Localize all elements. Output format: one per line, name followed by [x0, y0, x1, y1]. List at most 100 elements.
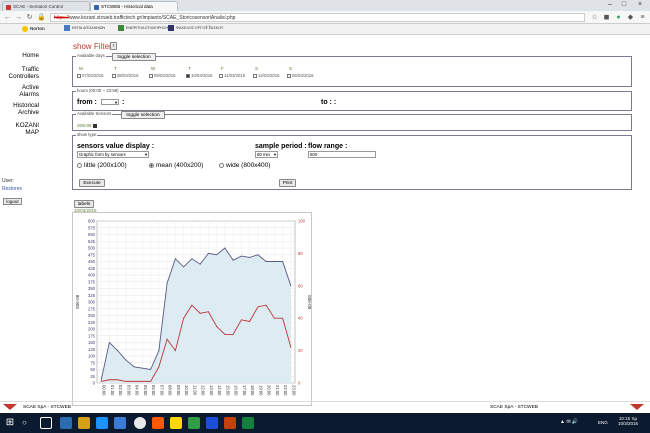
close-icon[interactable]: ×	[634, 1, 646, 9]
size-mean-radio[interactable]: mean (400x200)	[149, 162, 203, 169]
toggle-selection-button[interactable]: toggle selection	[112, 53, 156, 61]
chrome-icon[interactable]	[134, 417, 146, 429]
site-favicon-icon	[6, 5, 11, 10]
sidebar-item-traffic-controllers[interactable]: Traffic Controllers	[0, 66, 39, 80]
data-point-flow	[265, 261, 267, 262]
user-link[interactable]: Restores	[2, 186, 22, 192]
data-point-occupancy	[216, 325, 218, 327]
sample-period-value: 60 min	[257, 152, 270, 157]
day-checkbox[interactable]: 11/03/2016	[219, 73, 245, 78]
extension-icon[interactable]: ◼	[602, 13, 611, 22]
store-icon[interactable]	[96, 417, 108, 429]
y-tick-label-left: 600	[88, 219, 96, 224]
y-tick-label-left: 325	[88, 293, 96, 298]
file-explorer-icon[interactable]	[78, 417, 90, 429]
data-point-flow	[257, 254, 259, 256]
y-tick-label-left: 200	[88, 327, 96, 332]
scae-logo-icon	[3, 404, 17, 410]
y-tick-label-left: 375	[88, 279, 96, 284]
filter-toggle-button[interactable]: !	[110, 42, 117, 50]
menu-icon[interactable]: ≡	[638, 13, 647, 22]
bookmark-item[interactable]: ΚΕΠΑ ΑΠΟΔΗΜΩΝ	[64, 25, 105, 34]
radio-icon	[219, 162, 224, 168]
value-display-select[interactable]: Graphic form by sensors ▾	[77, 151, 149, 158]
search-icon[interactable]: ○	[22, 417, 34, 429]
bookmark-item[interactable]: Norton	[22, 26, 45, 35]
day-checkbox[interactable]: 08/03/2016	[112, 73, 139, 78]
size-label: wide (800x400)	[226, 162, 271, 169]
bookmark-more-icon[interactable]: ⁞ ⁞	[206, 26, 210, 35]
url-input[interactable]: https://www.kozani.stcweb.traffictech.gr…	[50, 13, 585, 22]
day-checkbox[interactable]: 06/03/2016	[287, 73, 314, 78]
size-wide-radio[interactable]: wide (800x400)	[219, 162, 270, 169]
x-tick-label: 06:00	[151, 385, 156, 396]
labels-button[interactable]: labels	[74, 200, 94, 208]
extension-icon[interactable]: ●	[614, 13, 623, 22]
x-tick-label: 19:00	[258, 385, 263, 396]
app-icon[interactable]	[188, 417, 200, 429]
app-icon[interactable]	[114, 417, 126, 429]
excel-icon[interactable]	[242, 417, 254, 429]
sidebar-item-active-alarms[interactable]: Active Alarms	[3, 84, 39, 98]
day-checkbox[interactable]: 10/03/2016	[186, 73, 213, 78]
day-checkbox[interactable]: 09/03/2016	[149, 73, 176, 78]
x-tick-label: 14:00	[217, 385, 222, 396]
from-hour-select[interactable]: ▾	[101, 99, 119, 105]
sidebar-item-home[interactable]: Home	[22, 52, 39, 59]
data-point-occupancy	[133, 380, 135, 382]
footer-left-text: SCAE SpA - STCWEB	[23, 405, 71, 410]
day-date: 09/03/2016	[154, 73, 176, 78]
day-checkbox[interactable]: 07/03/2016	[77, 73, 104, 78]
back-icon[interactable]: ←	[3, 13, 12, 22]
day-checkbox[interactable]: 12/03/2016	[253, 73, 280, 78]
bookmark-item[interactable]: ΕΝΕΡΓΕΙΑ ΕΠΙΧΕΙΡΗΣΗΣ	[118, 25, 171, 34]
browser-tab[interactable]: SCAE - Sematori Control	[2, 1, 90, 11]
y-tick-label-left: 300	[88, 300, 96, 305]
tray-icons[interactable]: ▲ ✉ 🔊	[560, 419, 578, 425]
star-icon[interactable]: ☆	[590, 13, 599, 22]
windows-start-icon[interactable]: ⊞	[4, 417, 16, 429]
browser-tab-active[interactable]: STCWEB - Historical data	[90, 1, 178, 11]
toggle-selection-button[interactable]: toggle selection	[121, 111, 165, 119]
x-tick-label: 00:00	[102, 385, 107, 396]
app-icon[interactable]	[224, 417, 236, 429]
print-button[interactable]: Print	[279, 179, 296, 187]
y-tick-label-left: 475	[88, 252, 96, 257]
maximize-icon[interactable]: □	[618, 1, 630, 9]
day-date: 10/03/2016	[191, 73, 213, 78]
data-point-occupancy	[282, 317, 284, 319]
x-tick-label: 16:00	[234, 385, 239, 396]
execute-button[interactable]: Execute	[79, 179, 105, 187]
word-icon[interactable]	[206, 417, 218, 429]
x-tick-label: 21:00	[275, 385, 280, 396]
sensor-checkbox[interactable]: S06-08	[77, 123, 97, 128]
task-view-icon[interactable]	[40, 417, 52, 429]
size-label: little (200x100)	[84, 162, 127, 169]
app-icon[interactable]	[152, 417, 164, 429]
forward-icon[interactable]: →	[14, 13, 23, 22]
footer-right-text: SCAE SpA - STCWEB	[490, 405, 538, 410]
y-tick-label-left: 150	[88, 340, 96, 345]
y-tick-label-left: 100	[88, 354, 96, 359]
value-display-label: sensors value display :	[77, 143, 155, 150]
app-icon[interactable]	[170, 417, 182, 429]
y-tick-label-left: 0	[93, 381, 96, 386]
sidebar-item-kozani-map[interactable]: KOZANI MAP	[3, 122, 39, 136]
flow-range-input[interactable]: 600	[308, 151, 376, 158]
clock[interactable]: 10:15 πμ 10/3/2016	[614, 416, 642, 426]
size-little-radio[interactable]: little (200x100)	[77, 162, 127, 169]
data-point-flow	[240, 255, 242, 257]
data-point-occupancy	[199, 312, 201, 314]
reload-icon[interactable]: ↻	[25, 13, 34, 22]
bookmark-item[interactable]: ΦΑΚΕΛΟΣ ΕΡΓΟΥ ΤΑΣΚΟΥ	[168, 25, 223, 34]
language-indicator[interactable]: ENG	[598, 420, 608, 425]
edge-icon[interactable]	[60, 417, 72, 429]
bookmark-icon	[168, 25, 174, 31]
data-point-flow	[141, 367, 143, 369]
sidebar-item-historical-archive[interactable]: Historical Archive	[3, 102, 39, 116]
logout-button[interactable]: logout	[3, 198, 22, 205]
extension-icon[interactable]: ◆	[626, 13, 635, 22]
minimize-icon[interactable]: –	[604, 1, 616, 9]
available-days-fieldset: Available days toggle selection M 07/03/…	[72, 53, 632, 87]
sample-period-select[interactable]: 60 min ▾	[255, 151, 278, 158]
